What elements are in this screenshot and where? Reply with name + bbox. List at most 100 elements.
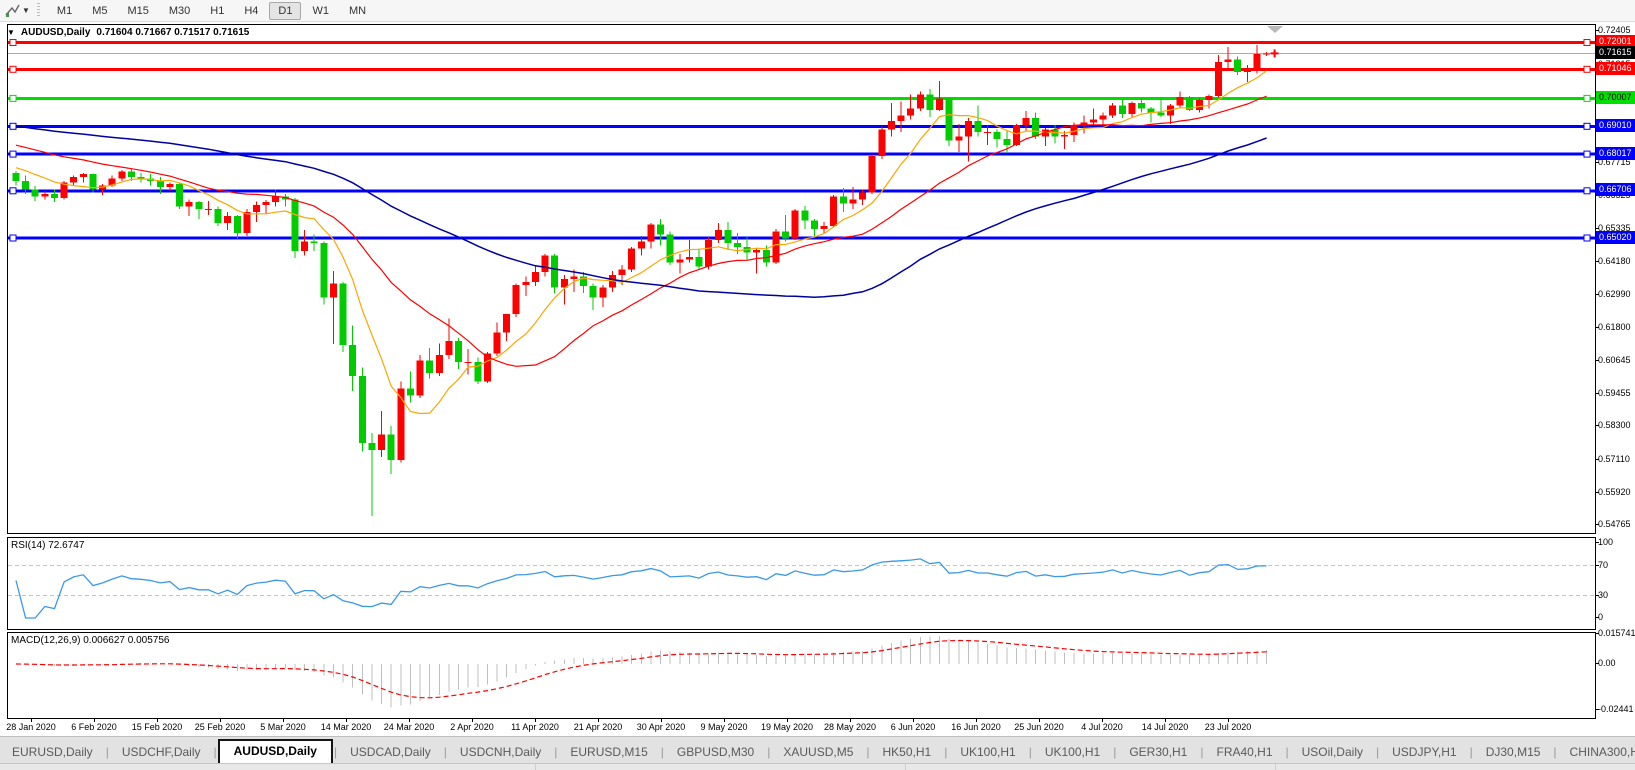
hline-handle[interactable] <box>1584 66 1590 72</box>
macd-histogram <box>16 636 1267 707</box>
ohlc-readout: 0.71604 0.71667 0.71517 0.71615 <box>96 27 249 38</box>
timeframe-button-H4[interactable]: H4 <box>235 2 267 20</box>
chart-tab-UK100-H1[interactable]: UK100,H1 <box>1033 741 1112 764</box>
timeframe-buttons: M1M5M15M30H1H4D1W1MN <box>47 2 376 20</box>
price-tick-label: 0.55920 <box>1598 487 1631 497</box>
hline-handle[interactable] <box>10 188 16 194</box>
price-tick-label: 0.54765 <box>1598 519 1631 529</box>
chart-tab-EURUSD-M15[interactable]: EURUSD,M15 <box>558 741 659 764</box>
price-axis[interactable]: 0.724050.712150.700600.688700.677150.665… <box>1596 24 1635 735</box>
timeframe-button-MN[interactable]: MN <box>340 2 375 20</box>
rsi-scale-label: 70 <box>1598 560 1608 570</box>
date-label: 23 Jul 2020 <box>1193 722 1263 732</box>
macd-scale-label: -0.02441 <box>1598 704 1634 714</box>
hline-price-label: 0.65020 <box>1596 231 1635 244</box>
macd-canvas[interactable] <box>8 633 1595 718</box>
chevron-down-icon[interactable]: ▼ <box>22 6 30 15</box>
chart-tab-GER30-H1[interactable]: GER30,H1 <box>1117 741 1199 764</box>
hline-handle[interactable] <box>10 66 16 72</box>
scroll-end-marker-icon[interactable] <box>1266 24 1284 34</box>
chart-tab-AUDUSD-Daily[interactable]: AUDUSD,Daily <box>218 739 333 764</box>
hline-0.71046[interactable] <box>8 66 1595 72</box>
rsi-canvas[interactable] <box>8 538 1595 629</box>
hline-price-label: 0.70007 <box>1596 91 1635 104</box>
rsi-pane[interactable] <box>7 537 1596 630</box>
date-label: 30 Apr 2020 <box>626 722 696 732</box>
hline-handle[interactable] <box>1584 151 1590 157</box>
main-chart-pane[interactable] <box>7 24 1596 534</box>
date-label: 19 May 2020 <box>752 722 822 732</box>
hline-handle[interactable] <box>1584 188 1590 194</box>
rsi-label: RSI(14) 72.6747 <box>11 540 84 551</box>
hline-price-label: 0.69010 <box>1596 119 1635 132</box>
chart-tool-icon[interactable] <box>2 3 22 19</box>
symbol-dropdown-icon[interactable]: ▼ <box>7 28 15 37</box>
date-label: 25 Jun 2020 <box>1004 722 1074 732</box>
current-bar-marker <box>1271 49 1279 57</box>
hline-0.66706[interactable] <box>8 188 1595 194</box>
macd-scale-label: 0.015741 <box>1598 628 1635 638</box>
chart-tab-FRA40-H1[interactable]: FRA40,H1 <box>1204 741 1284 764</box>
chart-tab-HK50-H1[interactable]: HK50,H1 <box>871 741 944 764</box>
date-label: 4 Jul 2020 <box>1067 722 1137 732</box>
hline-0.70007[interactable] <box>8 95 1595 101</box>
chart-tab-USDJPY-H1[interactable]: USDJPY,H1 <box>1380 741 1468 764</box>
date-label: 6 Jun 2020 <box>878 722 948 732</box>
chart-tab-UK100-H1[interactable]: UK100,H1 <box>948 741 1027 764</box>
hline-handle[interactable] <box>10 123 16 129</box>
hline-handle[interactable] <box>1584 235 1590 241</box>
date-label: 21 Apr 2020 <box>563 722 633 732</box>
mt4-window: ▼ M1M5M15M30H1H4D1W1MN ▼ AUDUSD,Daily 0.… <box>0 0 1635 769</box>
date-label: 15 Feb 2020 <box>122 722 192 732</box>
hline-handle[interactable] <box>10 40 16 46</box>
slow-ma-line <box>16 126 1267 297</box>
current-price-label: 0.71615 <box>1596 46 1635 59</box>
macd-pane[interactable] <box>7 632 1596 719</box>
date-label: 16 Jun 2020 <box>941 722 1011 732</box>
price-tick-label: 0.59455 <box>1598 388 1631 398</box>
rsi-scale-label: 30 <box>1598 590 1608 600</box>
timeframe-button-M1[interactable]: M1 <box>48 2 81 20</box>
hline-handle[interactable] <box>10 95 16 101</box>
date-label: 14 Mar 2020 <box>311 722 381 732</box>
hline-price-label: 0.71046 <box>1596 62 1635 75</box>
date-axis[interactable]: 28 Jan 20206 Feb 202015 Feb 202025 Feb 2… <box>7 719 1596 735</box>
hline-handle[interactable] <box>10 235 16 241</box>
chart-tab-GBPUSD-M30[interactable]: GBPUSD,M30 <box>665 741 766 764</box>
hline-price-label: 0.68017 <box>1596 147 1635 160</box>
hline-handle[interactable] <box>1584 95 1590 101</box>
chart-tab-DJ30-M15[interactable]: DJ30,M15 <box>1474 741 1553 764</box>
timeframe-button-H1[interactable]: H1 <box>201 2 233 20</box>
hline-0.72001[interactable] <box>8 40 1595 46</box>
timeframe-button-W1[interactable]: W1 <box>303 2 338 20</box>
date-label: 11 Apr 2020 <box>500 722 570 732</box>
price-tick-label: 0.58300 <box>1598 420 1631 430</box>
date-label: 14 Jul 2020 <box>1130 722 1200 732</box>
hline-handle[interactable] <box>1584 40 1590 46</box>
timeframe-button-M5[interactable]: M5 <box>83 2 116 20</box>
macd-signal-line <box>16 641 1267 698</box>
main-chart-canvas[interactable] <box>8 25 1595 533</box>
timeframe-button-D1[interactable]: D1 <box>269 2 301 20</box>
hline-handle[interactable] <box>1584 123 1590 129</box>
chart-tab-CHINA300-H4[interactable]: CHINA300,H4 <box>1558 741 1635 764</box>
chart-tab-USDCNH-Daily[interactable]: USDCNH,Daily <box>448 741 553 764</box>
date-label: 24 Mar 2020 <box>374 722 444 732</box>
chart-title: ▼ AUDUSD,Daily 0.71604 0.71667 0.71517 0… <box>7 27 249 38</box>
chart-tab-USDCAD-Daily[interactable]: USDCAD,Daily <box>338 741 443 764</box>
hline-handle[interactable] <box>10 151 16 157</box>
timeframe-toolbar: ▼ M1M5M15M30H1H4D1W1MN <box>0 0 1635 22</box>
price-tick-label: 0.57110 <box>1598 454 1630 464</box>
macd-label: MACD(12,26,9) 0.006627 0.005756 <box>11 635 169 646</box>
chart-tab-XAUUSD-M5[interactable]: XAUUSD,M5 <box>771 741 865 764</box>
rsi-scale-label: 0 <box>1598 612 1603 622</box>
chart-tab-USDCHF-Daily[interactable]: USDCHF,Daily <box>110 741 213 764</box>
hline-0.69010[interactable] <box>8 123 1595 129</box>
chart-tab-EURUSD-Daily[interactable]: EURUSD,Daily <box>0 741 105 764</box>
price-tick-label: 0.64180 <box>1598 256 1631 266</box>
price-tick-label: 0.72405 <box>1598 25 1631 35</box>
timeframe-button-M15[interactable]: M15 <box>118 2 157 20</box>
timeframe-button-M30[interactable]: M30 <box>160 2 199 20</box>
chart-tab-USOil-Daily[interactable]: USOil,Daily <box>1290 741 1375 764</box>
date-label: 28 May 2020 <box>815 722 885 732</box>
